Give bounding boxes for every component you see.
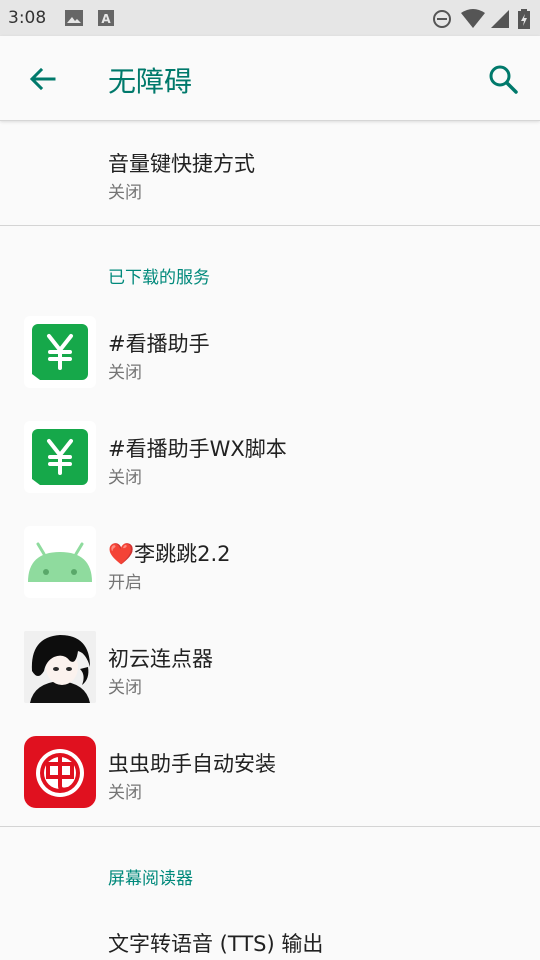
yen-icon <box>24 316 96 388</box>
service-item-kanbo-wx[interactable]: #看播助手WX脚本 关闭 <box>0 405 540 510</box>
service-summary: 关闭 <box>108 783 142 803</box>
status-time: 3:08 <box>8 8 47 28</box>
section-header-screen-readers: 屏幕阅读器 <box>108 869 193 889</box>
svg-text:A: A <box>101 12 111 26</box>
service-title: 初云连点器 <box>108 647 213 671</box>
app-bar: 无障碍 <box>0 36 540 121</box>
divider <box>0 826 540 827</box>
do-not-disturb-icon <box>433 10 451 28</box>
service-title: ❤️李跳跳2.2 <box>108 542 231 566</box>
service-title: #看播助手WX脚本 <box>108 437 287 461</box>
wifi-icon <box>461 9 485 28</box>
service-item-kanbo[interactable]: #看播助手 关闭 <box>0 300 540 405</box>
service-item-chuyun[interactable]: 初云连点器 关闭 <box>0 615 540 720</box>
chongchong-icon <box>24 736 96 808</box>
status-bar: 3:08 A <box>0 0 540 36</box>
service-summary: 关闭 <box>108 678 142 698</box>
section-header-downloaded-services: 已下载的服务 <box>108 268 210 288</box>
page-title: 无障碍 <box>108 65 193 98</box>
service-item-litiaotiao[interactable]: ❤️李跳跳2.2 开启 <box>0 510 540 615</box>
service-item-chongchong[interactable]: 虫虫助手自动安装 关闭 <box>0 720 540 825</box>
service-title: #看播助手 <box>108 332 210 356</box>
cell-signal-icon <box>491 10 509 28</box>
service-summary: 关闭 <box>108 363 142 383</box>
gallery-icon <box>65 10 83 26</box>
android-icon <box>24 526 96 598</box>
search-icon[interactable] <box>484 60 524 100</box>
back-arrow-icon[interactable] <box>24 62 60 98</box>
font-a-icon: A <box>98 10 114 26</box>
service-summary: 关闭 <box>108 468 142 488</box>
divider <box>0 225 540 226</box>
service-title: 虫虫助手自动安装 <box>108 752 276 776</box>
service-summary: 开启 <box>108 573 142 593</box>
tts-output-title: 文字转语音 (TTS) 输出 <box>108 932 324 956</box>
battery-charging-icon <box>518 9 530 29</box>
volume-shortcut-summary: 关闭 <box>108 183 142 203</box>
yen-icon <box>24 421 96 493</box>
volume-shortcut-row[interactable]: 音量键快捷方式 关闭 <box>0 122 540 226</box>
tts-output-row[interactable]: 文字转语音 (TTS) 输出 <box>0 900 540 960</box>
anime-avatar-icon <box>24 631 96 703</box>
volume-shortcut-title: 音量键快捷方式 <box>108 152 255 176</box>
